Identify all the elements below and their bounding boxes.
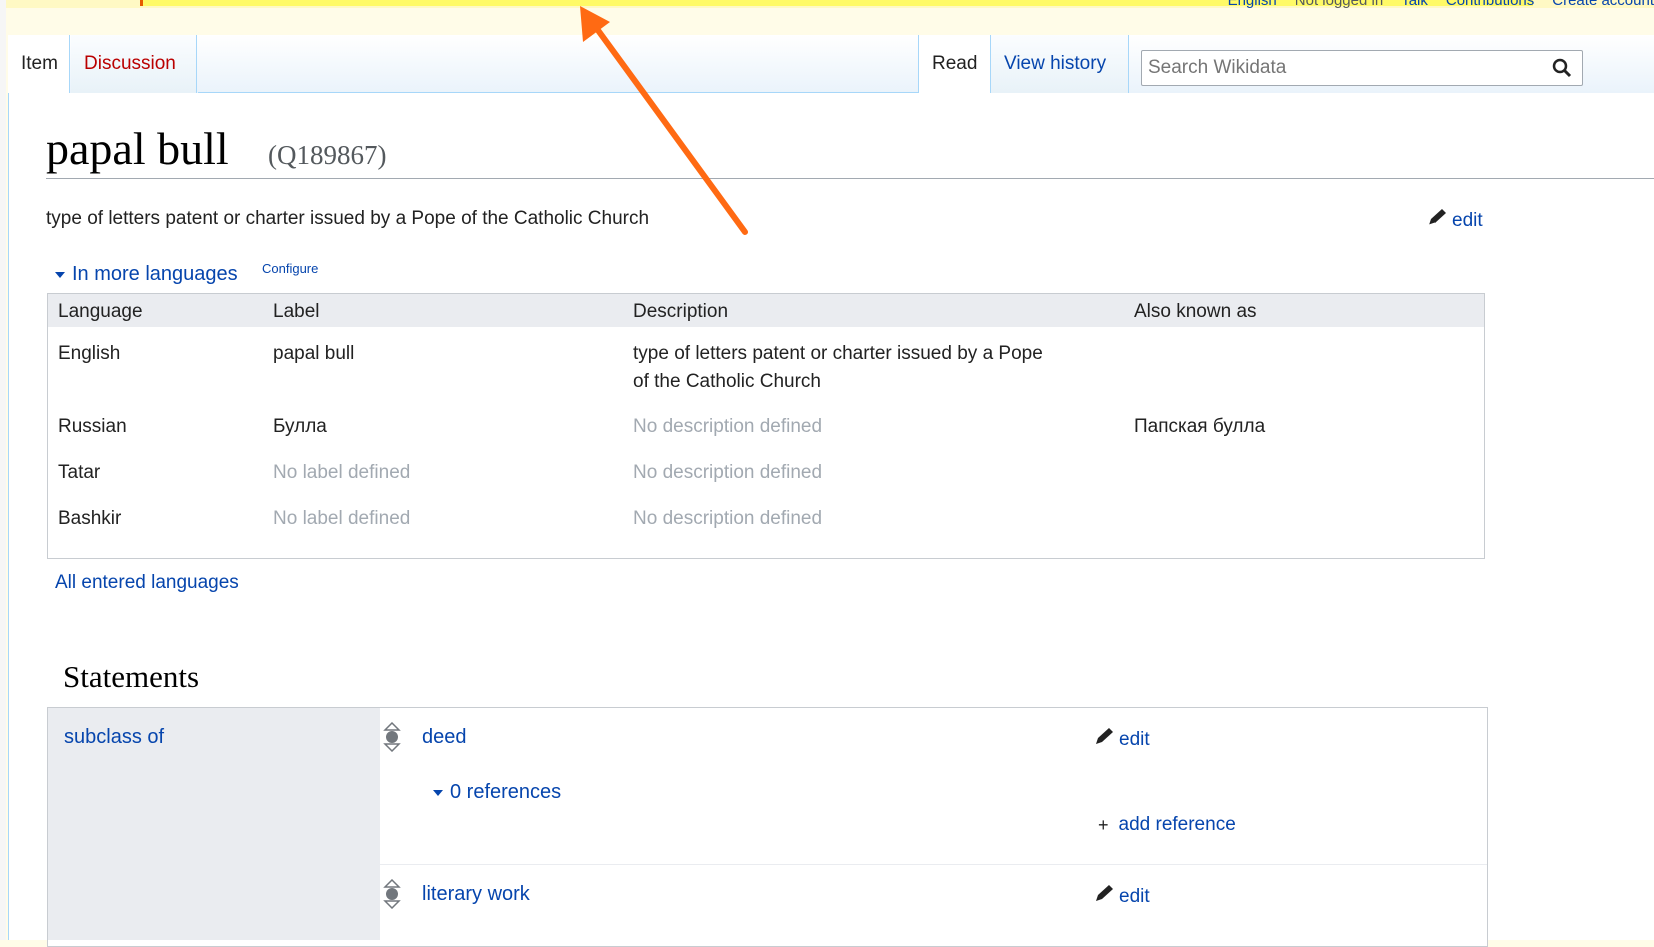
talk-link[interactable]: Talk: [1401, 0, 1428, 9]
row-english-description-line2[interactable]: of the Catholic Church: [633, 368, 821, 396]
statements-heading: Statements: [63, 659, 200, 694]
add-reference-label: add reference: [1118, 814, 1236, 835]
statement-edit-link[interactable]: edit: [1093, 884, 1150, 910]
references-toggle[interactable]: 0 references: [432, 781, 561, 804]
row-russian-label[interactable]: Булла: [273, 413, 327, 441]
item-description: type of letters patent or charter issued…: [46, 208, 650, 229]
personal-tools: English Not logged in Talk Contributions…: [1228, 0, 1654, 9]
tab-read-label: Read: [932, 53, 978, 74]
plus-icon: +: [1098, 814, 1109, 835]
search-icon[interactable]: [1552, 58, 1572, 83]
item-id: (Q189867): [268, 140, 387, 170]
row-tatar-label[interactable]: No label defined: [273, 459, 410, 487]
add-reference-link[interactable]: + add reference: [1098, 814, 1236, 836]
tab-discussion-label: Discussion: [84, 53, 176, 74]
row-russian-description[interactable]: No description defined: [633, 413, 822, 441]
all-entered-languages-link[interactable]: All entered languages: [55, 572, 239, 594]
more-languages-label: In more languages: [72, 263, 238, 285]
row-russian-aliases[interactable]: Папская булла: [1134, 413, 1265, 441]
row-bashkir-label[interactable]: No label defined: [273, 505, 410, 533]
row-english-label[interactable]: papal bull: [273, 340, 354, 368]
tabs-divider: [198, 92, 918, 93]
edit-label: edit: [1452, 210, 1483, 231]
languages-table-header: [48, 294, 1484, 327]
row-russian-language: Russian: [58, 416, 127, 437]
row-bashkir-description[interactable]: No description defined: [633, 505, 822, 533]
tab-view-history[interactable]: View history: [991, 35, 1129, 93]
property-subclass-of[interactable]: subclass of: [64, 726, 164, 749]
left-margin: [0, 0, 6, 940]
configure-link[interactable]: Configure: [262, 261, 318, 276]
column-header-description: Description: [633, 301, 729, 322]
description-edit-link[interactable]: edit: [1426, 208, 1483, 234]
statement-value-deed[interactable]: deed: [422, 726, 467, 749]
row-tatar-language: Tatar: [58, 462, 101, 483]
column-header-label: Label: [273, 301, 320, 322]
heading-divider: [46, 178, 1654, 179]
not-logged-in-text: Not logged in: [1294, 0, 1384, 9]
statement-divider: [380, 864, 1487, 865]
create-account-link[interactable]: Create account: [1552, 0, 1654, 9]
pencil-icon: [1426, 208, 1448, 234]
tab-item-label: Item: [21, 53, 58, 74]
column-header-language: Language: [58, 301, 143, 322]
pencil-icon: [1093, 727, 1115, 753]
more-languages-toggle[interactable]: In more languages: [54, 263, 238, 286]
row-english-description-line1[interactable]: type of letters patent or charter issued…: [633, 340, 1043, 368]
statement-value-literary-work[interactable]: literary work: [422, 883, 530, 906]
edit-label: edit: [1119, 886, 1150, 907]
statement-edit-link[interactable]: edit: [1093, 727, 1150, 753]
references-count: 0 references: [450, 781, 562, 803]
tab-view-history-label: View history: [1004, 53, 1107, 74]
search-input[interactable]: [1146, 56, 1530, 80]
pencil-icon: [1093, 884, 1115, 910]
page-title: papal bull: [46, 123, 229, 174]
rank-selector-icon[interactable]: [383, 721, 401, 753]
edit-label: edit: [1119, 729, 1150, 750]
column-header-aliases: Also known as: [1134, 301, 1257, 322]
tab-discussion[interactable]: Discussion: [71, 35, 197, 93]
tab-item[interactable]: Item: [8, 35, 70, 93]
tab-read[interactable]: Read: [918, 35, 991, 93]
row-tatar-description[interactable]: No description defined: [633, 459, 822, 487]
languages-table: Language Label Description Also known as…: [47, 293, 1485, 559]
rank-selector-icon[interactable]: [383, 878, 401, 910]
search-box: [1141, 50, 1583, 86]
row-bashkir-language: Bashkir: [58, 508, 122, 529]
contributions-link[interactable]: Contributions: [1446, 0, 1534, 9]
row-english-language: English: [58, 343, 121, 364]
triangle-down-icon: [54, 263, 66, 286]
triangle-down-icon: [432, 781, 444, 804]
language-link[interactable]: English: [1228, 0, 1277, 9]
